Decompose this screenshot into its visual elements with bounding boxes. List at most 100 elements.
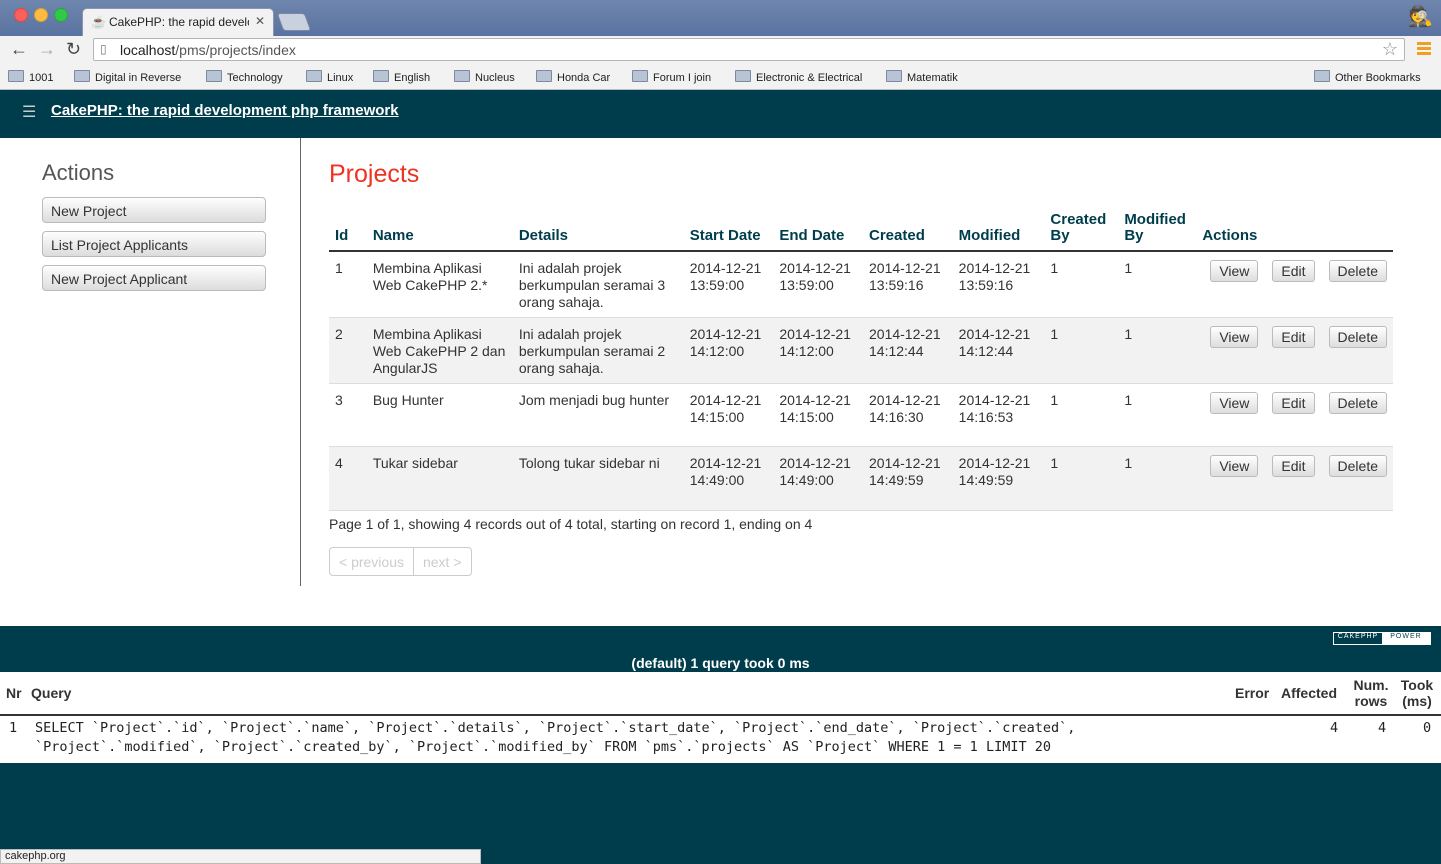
column-header-details[interactable]: Details	[512, 210, 684, 252]
table-row: 2 Membina Aplikasi Web CakePHP 2 dan Ang…	[329, 317, 1393, 384]
reload-icon[interactable]: ↻	[66, 39, 81, 60]
menu-icon[interactable]	[1417, 42, 1431, 56]
close-window-button[interactable]	[14, 8, 28, 22]
close-tab-icon[interactable]: ✕	[255, 14, 265, 28]
browser-tab-bar: ☕ CakePHP: the rapid development php fra…	[0, 0, 1441, 36]
cell-start-date: 2014-12-21 13:59:00	[683, 251, 774, 318]
delete-button[interactable]: Delete	[1328, 455, 1387, 477]
next-page-button[interactable]: next >	[412, 548, 471, 575]
edit-button[interactable]: Edit	[1272, 455, 1315, 477]
cell-modified-by: 1	[1118, 446, 1197, 511]
view-button[interactable]: View	[1210, 392, 1259, 414]
cell-id: 2	[329, 317, 367, 384]
new-tab-button[interactable]	[276, 13, 312, 31]
sql-log-caption: (default) 1 query took 0 ms	[631, 655, 810, 671]
cell-created-by: 1	[1044, 446, 1119, 511]
back-icon[interactable]: ←	[10, 39, 28, 60]
view-button[interactable]: View	[1210, 260, 1259, 282]
bookmark-star-icon[interactable]: ☆	[1382, 39, 1398, 60]
cell-details: Jom menjadi bug hunter	[512, 383, 684, 447]
projects-table: Id Name Details Start Date End Date Crea…	[329, 210, 1393, 511]
column-header-modified[interactable]: Modified	[952, 210, 1045, 252]
new-project-applicant-button[interactable]: New Project Applicant	[42, 265, 266, 291]
cell-end-date: 2014-12-21 13:59:00	[773, 251, 863, 318]
browser-toolbar: ← → ↻ ▯ localhost/pms/projects/index ☆	[0, 36, 1441, 64]
tab-title: CakePHP: the rapid development php frame…	[109, 15, 249, 29]
column-header-created[interactable]: Created	[863, 210, 953, 252]
bookmark-folder[interactable]: 1001	[8, 70, 53, 84]
cell-modified: 2014-12-21 14:16:53	[952, 383, 1045, 447]
column-header-start-date[interactable]: Start Date	[683, 210, 774, 252]
edit-button[interactable]: Edit	[1272, 392, 1315, 414]
address-bar[interactable]: ▯ localhost/pms/projects/index ☆	[93, 38, 1405, 61]
bookmark-folder[interactable]: English	[373, 70, 430, 84]
column-header-end-date[interactable]: End Date	[773, 210, 863, 252]
view-button[interactable]: View	[1210, 455, 1259, 477]
bookmark-folder[interactable]: Digital in Reverse	[74, 70, 181, 84]
header-title-link[interactable]: CakePHP: the rapid development php frame…	[51, 102, 399, 119]
table-row: 3 Bug Hunter Jom menjadi bug hunter 2014…	[329, 383, 1393, 447]
zoom-window-button[interactable]	[54, 8, 68, 22]
minimize-window-button[interactable]	[34, 8, 48, 22]
column-header-modified-by[interactable]: Modified By	[1118, 210, 1197, 252]
cakephp-power-badge[interactable]: CAKEPHP POWER	[1333, 632, 1431, 645]
list-project-applicants-button[interactable]: List Project Applicants	[42, 231, 266, 257]
cell-name: Membina Aplikasi Web CakePHP 2.*	[366, 251, 513, 318]
bookmark-folder[interactable]: Nucleus	[454, 70, 515, 84]
cell-id: 3	[329, 383, 367, 447]
cell-details: Tolong tukar sidebar ni	[512, 446, 684, 511]
forward-icon[interactable]: →	[38, 39, 56, 60]
cell-end-date: 2014-12-21 14:12:00	[773, 317, 863, 384]
delete-button[interactable]: Delete	[1328, 260, 1387, 282]
bookmark-folder[interactable]: Honda Car	[536, 70, 610, 84]
cell-name: Membina Aplikasi Web CakePHP 2 dan Angul…	[366, 317, 513, 384]
folder-icon	[1314, 70, 1330, 82]
folder-icon	[886, 70, 902, 82]
delete-button[interactable]: Delete	[1328, 326, 1387, 348]
cell-details: Ini adalah projek berkumpulan seramai 3 …	[512, 251, 684, 318]
cell-created: 2014-12-21 14:49:59	[863, 446, 953, 511]
sql-header-divider	[0, 714, 1441, 716]
delete-button[interactable]: Delete	[1328, 392, 1387, 414]
cell-created: 2014-12-21 13:59:16	[863, 251, 953, 318]
cake-logo-icon: ☰	[22, 104, 37, 121]
sql-header-affected: Affected	[1281, 685, 1338, 701]
bookmark-folder[interactable]: Forum I join	[632, 70, 711, 84]
browser-tab[interactable]: ☕ CakePHP: the rapid development php fra…	[82, 8, 274, 36]
cell-name: Bug Hunter	[366, 383, 513, 447]
sql-header-num-rows: Num. rows	[1353, 677, 1389, 709]
column-header-id[interactable]: Id	[329, 210, 367, 252]
cell-actions: View Edit Delete	[1196, 251, 1393, 318]
column-header-created-by[interactable]: Created By	[1044, 210, 1119, 252]
previous-page-button[interactable]: < previous	[330, 548, 413, 575]
cell-id: 1	[329, 251, 367, 318]
edit-button[interactable]: Edit	[1272, 260, 1315, 282]
bookmark-folder[interactable]: Technology	[206, 70, 283, 84]
bookmark-folder[interactable]: Linux	[306, 70, 353, 84]
sql-header-error: Error	[1235, 685, 1270, 701]
table-row: 4 Tukar sidebar Tolong tukar sidebar ni …	[329, 446, 1393, 511]
app-header: ☰ CakePHP: the rapid development php fra…	[0, 90, 1441, 138]
view-button[interactable]: View	[1210, 326, 1259, 348]
bookmark-folder[interactable]: Matematik	[886, 70, 958, 84]
edit-button[interactable]: Edit	[1272, 326, 1315, 348]
actions-sidebar: Actions New Project List Project Applica…	[0, 138, 301, 586]
table-row: 1 Membina Aplikasi Web CakePHP 2.* Ini a…	[329, 251, 1393, 318]
cell-start-date: 2014-12-21 14:49:00	[683, 446, 774, 511]
cell-start-date: 2014-12-21 14:12:00	[683, 317, 774, 384]
sql-row-took: 0	[1423, 720, 1432, 736]
cell-modified: 2014-12-21 14:49:59	[952, 446, 1045, 511]
new-project-button[interactable]: New Project	[42, 197, 266, 223]
incognito-icon: 🕵	[1408, 6, 1433, 28]
bookmarks-bar: 1001 Digital in Reverse Technology Linux…	[0, 64, 1441, 90]
sidebar-heading: Actions	[42, 160, 115, 185]
other-bookmarks-folder[interactable]: Other Bookmarks	[1314, 70, 1421, 84]
folder-icon	[536, 70, 552, 82]
status-bar-url: cakephp.org	[0, 849, 481, 864]
folder-icon	[74, 70, 90, 82]
cell-details: Ini adalah projek berkumpulan seramai 2 …	[512, 317, 684, 384]
bookmark-folder[interactable]: Electronic & Electrical	[735, 70, 870, 84]
cell-created: 2014-12-21 14:12:44	[863, 317, 953, 384]
folder-icon	[454, 70, 470, 82]
column-header-name[interactable]: Name	[366, 210, 513, 252]
